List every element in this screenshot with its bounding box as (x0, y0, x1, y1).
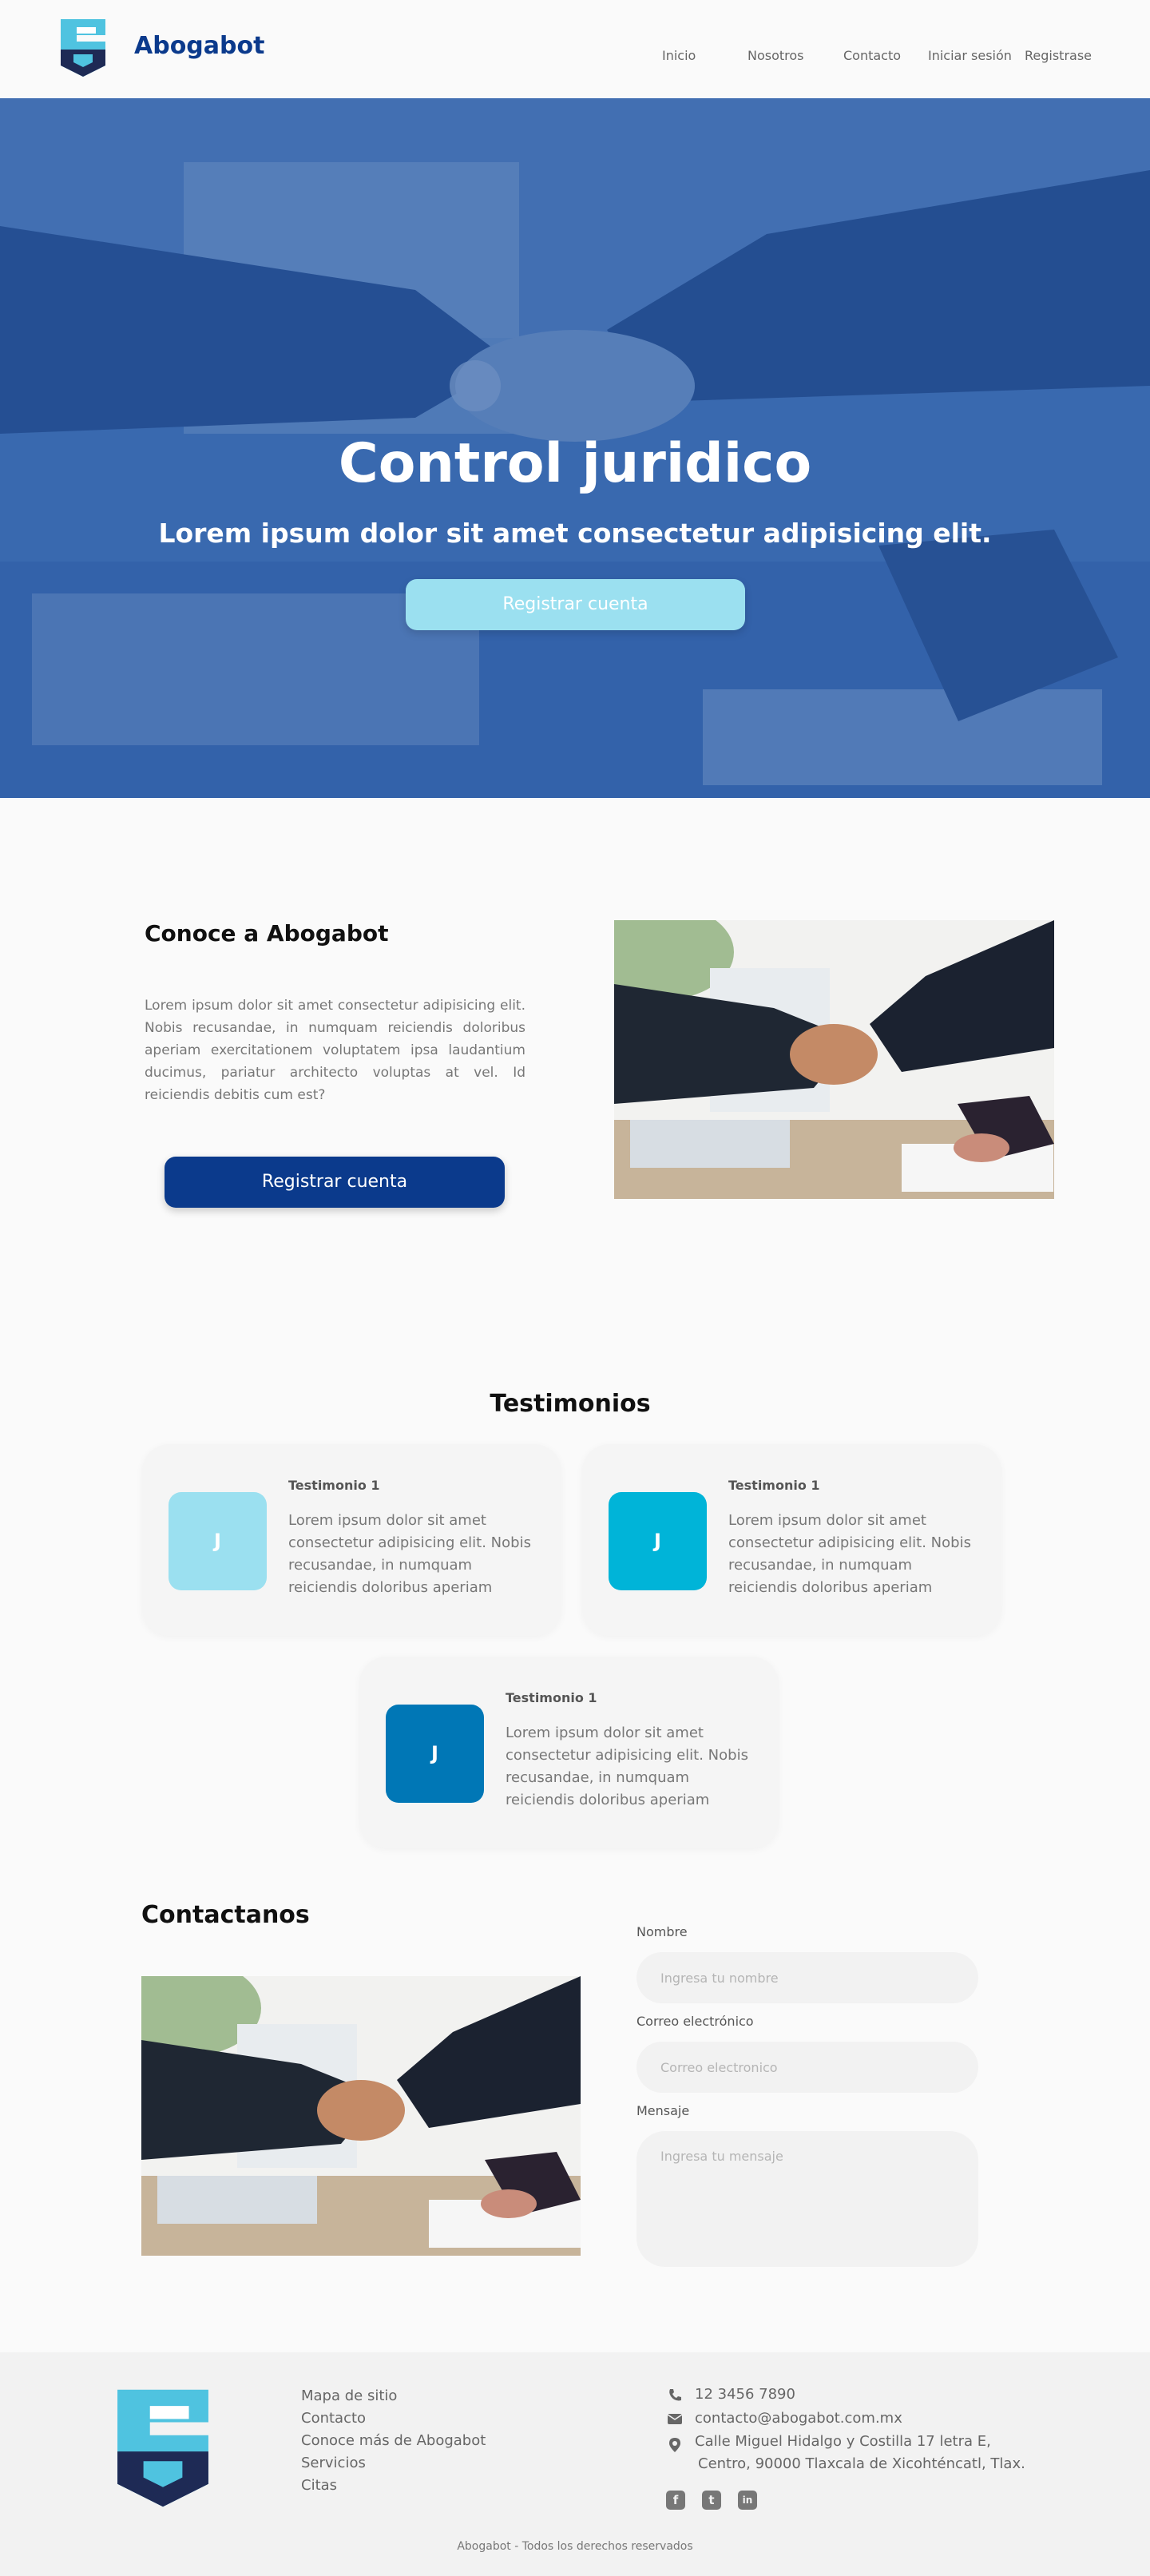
about-register-button[interactable]: Registrar cuenta (165, 1157, 505, 1208)
testimonial-name: Testimonio 1 (728, 1478, 820, 1493)
testimonial-text: Lorem ipsum dolor sit amet consectetur a… (288, 1512, 531, 1596)
facebook-icon[interactable]: f (666, 2491, 685, 2510)
testimonial-text: Lorem ipsum dolor sit amet consectetur a… (728, 1512, 971, 1596)
nav-registrase[interactable]: Registrase (1025, 48, 1092, 63)
hero-section: Control juridico Lorem ipsum dolor sit a… (0, 98, 1150, 798)
name-field[interactable] (636, 1952, 978, 2003)
about-title: Conoce a Abogabot (145, 920, 389, 947)
testimonial-card: J Testimonio 1 Lorem ipsum dolor sit ame… (359, 1657, 779, 1848)
nav-nosotros[interactable]: Nosotros (748, 48, 804, 63)
footer-link-servicios[interactable]: Servicios (301, 2455, 366, 2471)
footer-logo-icon (117, 2389, 208, 2507)
logo-icon[interactable] (59, 18, 107, 78)
copyright-text: Abogabot - Todos los derechos reservados (457, 2540, 693, 2553)
message-label: Mensaje (636, 2103, 690, 2118)
footer-link-citas[interactable]: Citas (301, 2477, 337, 2494)
brand-name[interactable]: Abogabot (134, 32, 264, 60)
phone-icon (669, 2389, 681, 2401)
testimonial-text: Lorem ipsum dolor sit amet consectetur a… (506, 1725, 748, 1808)
testimonial-card: J Testimonio 1 Lorem ipsum dolor sit ame… (142, 1444, 561, 1636)
about-text: Lorem ipsum dolor sit amet consectetur a… (145, 998, 525, 1103)
hero-title: Control juridico (338, 432, 812, 495)
nav-contacto[interactable]: Contacto (843, 48, 901, 63)
nav-inicio[interactable]: Inicio (662, 48, 696, 63)
linkedin-icon[interactable]: in (738, 2491, 757, 2510)
twitter-icon[interactable]: t (702, 2491, 721, 2510)
mail-icon (667, 2414, 683, 2424)
avatar: J (609, 1492, 707, 1590)
site-header: Abogabot Inicio Nosotros Contacto Inicia… (0, 0, 1150, 98)
message-field[interactable] (636, 2131, 978, 2267)
email-field[interactable] (636, 2042, 978, 2093)
testimonial-card: J Testimonio 1 Lorem ipsum dolor sit ame… (582, 1444, 1001, 1636)
footer-phone: 12 3456 7890 (695, 2386, 795, 2403)
testimonials-title: Testimonios (490, 1390, 651, 1418)
footer-address-line2: Centro, 90000 Tlaxcala de Xicohténcatl, … (698, 2455, 1025, 2472)
name-label: Nombre (636, 1924, 688, 1939)
contact-title: Contactanos (141, 1901, 310, 1929)
hero-subtitle: Lorem ipsum dolor sit amet consectetur a… (158, 518, 992, 549)
email-label: Correo electrónico (636, 2014, 754, 2029)
testimonial-name: Testimonio 1 (288, 1478, 380, 1493)
testimonial-name: Testimonio 1 (506, 1690, 597, 1705)
nav-iniciar-sesion[interactable]: Iniciar sesión (928, 48, 1012, 63)
avatar: J (386, 1705, 484, 1803)
contact-handshake-image (141, 1976, 581, 2256)
footer-address-line1: Calle Miguel Hidalgo y Costilla 17 letra… (695, 2433, 991, 2450)
about-handshake-image (614, 920, 1054, 1199)
footer-email[interactable]: contacto@abogabot.com.mx (695, 2410, 902, 2427)
footer-link-contacto[interactable]: Contacto (301, 2410, 366, 2427)
footer-link-mapa[interactable]: Mapa de sitio (301, 2387, 397, 2404)
location-icon (669, 2438, 680, 2452)
hero-register-button[interactable]: Registrar cuenta (406, 579, 745, 630)
avatar: J (169, 1492, 267, 1590)
footer-link-conoce[interactable]: Conoce más de Abogabot (301, 2432, 486, 2449)
